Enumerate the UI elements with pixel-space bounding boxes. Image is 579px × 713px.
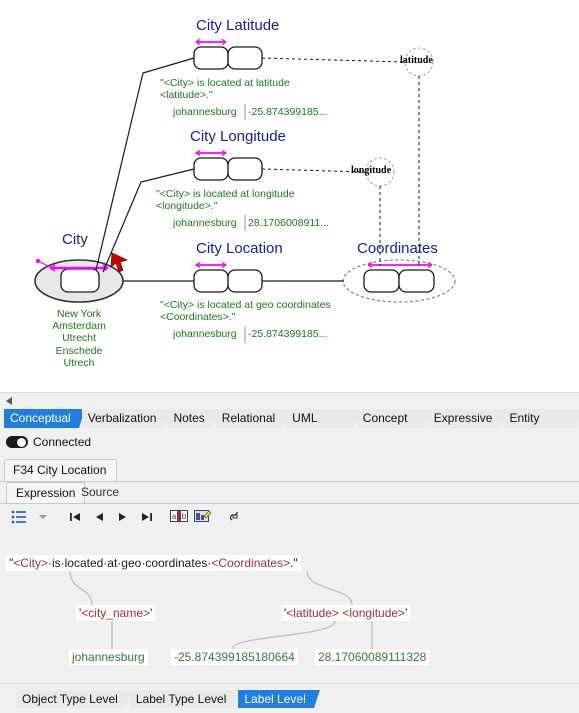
connected-toggle[interactable] [6,436,28,448]
link-icon[interactable] [224,506,246,528]
connected-label: Connected [33,435,92,449]
main-tab-strip[interactable]: Conceptual Verbalization Notes Relationa… [0,409,579,444]
document-tab-bar[interactable]: F34 City Location [0,454,579,482]
expression-longitude-value[interactable]: 28.17060089111328 [315,649,430,665]
lat-long-token-1: <latitude> <longitude> [286,606,406,620]
tab-source[interactable]: Source [72,482,128,504]
object-type-coordinates-role-1[interactable] [363,269,400,293]
tab-relational[interactable]: Relational [215,409,290,428]
city-name-token-1: <city_name> [81,606,151,620]
fact-city-location-role-1[interactable] [193,269,229,293]
orm-diagram-canvas[interactable]: City Latitude "<City> is located at lati… [0,0,579,393]
fact-city-latitude-role-1[interactable] [193,46,229,70]
panel-splitter[interactable] [0,393,579,409]
tab-uml-classes[interactable]: UML Classes [286,409,360,444]
expression-tree-panel[interactable]: "<City>·is·located·at·geo·coordinates·<C… [0,531,579,683]
dashed-link-latitude-fact [261,57,406,63]
fact-city-longitude-role-1[interactable] [193,157,229,181]
tab-concept-map[interactable]: Concept Map [356,409,431,444]
first-icon[interactable] [64,506,86,528]
svg-text:b: b [182,512,187,521]
tab-label-type-level[interactable]: Label Type Level [129,689,240,708]
root-token-4: ." [290,556,298,570]
expression-city-value[interactable]: johannesburg [69,649,148,665]
object-type-coordinates-role-2[interactable] [398,269,435,293]
edit-image-icon[interactable] [192,506,214,528]
tab-conceptual[interactable]: Conceptual [4,409,85,428]
tab-object-type-level[interactable]: Object Type Level [16,689,132,708]
tab-expressive[interactable]: Expressive [427,409,507,428]
tab-verbalization[interactable]: Verbalization [81,409,171,428]
inner-tab-bar[interactable]: Expression Source [0,482,579,504]
lat-long-token-2: ' [405,606,408,620]
expression-root-node[interactable]: "<City>·is·located·at·geo·coordinates·<C… [6,555,301,571]
collapse-left-icon[interactable] [6,397,12,405]
last-icon[interactable] [136,506,158,528]
fact-city-longitude-role-2[interactable] [227,157,263,181]
object-type-city-role[interactable] [60,268,100,293]
chevron-down-icon[interactable] [32,506,54,528]
document-tab-f34-city-location[interactable]: F34 City Location [4,459,118,482]
list-icon[interactable] [8,506,30,528]
tab-entity-relation[interactable]: Entity Relation [503,409,579,444]
translate-icon[interactable]: a b [168,506,190,528]
diagram-graphics [34,38,456,343]
dashed-link-longitude-fact [261,168,367,173]
tab-notes[interactable]: Notes [167,409,220,428]
connection-row: Connected [0,432,579,452]
city-name-token-2: ' [150,606,153,620]
root-token-3: <Coordinates> [211,556,291,570]
tab-label-level[interactable]: Label Level [238,689,321,708]
svg-text:a: a [172,512,177,521]
fact-city-latitude-role-2[interactable] [227,46,263,70]
previous-icon[interactable] [88,506,110,528]
expression-toolbar[interactable]: a b [0,504,579,530]
expression-city-name-node[interactable]: '<city_name>' [76,605,156,621]
application-window: City Latitude "<City> is located at lati… [0,0,579,713]
level-tab-bar[interactable]: Object Type Level Label Type Level Label… [0,683,579,713]
next-icon[interactable] [112,506,134,528]
fact-city-location-role-2[interactable] [227,269,263,293]
expression-lat-long-node[interactable]: '<latitude> <longitude>' [281,605,411,621]
expression-latitude-value[interactable]: -25.874399185180664 [171,649,298,665]
toggle-knob [17,437,26,447]
root-token-2: ·is·located·at·geo·coordinates· [47,556,212,570]
role-node-longitude[interactable] [365,157,395,187]
role-node-latitude[interactable] [404,47,434,77]
root-token-1: <City> [13,556,48,570]
anchor-dot-city [35,258,41,264]
connector-city-to-latitude [95,57,195,271]
